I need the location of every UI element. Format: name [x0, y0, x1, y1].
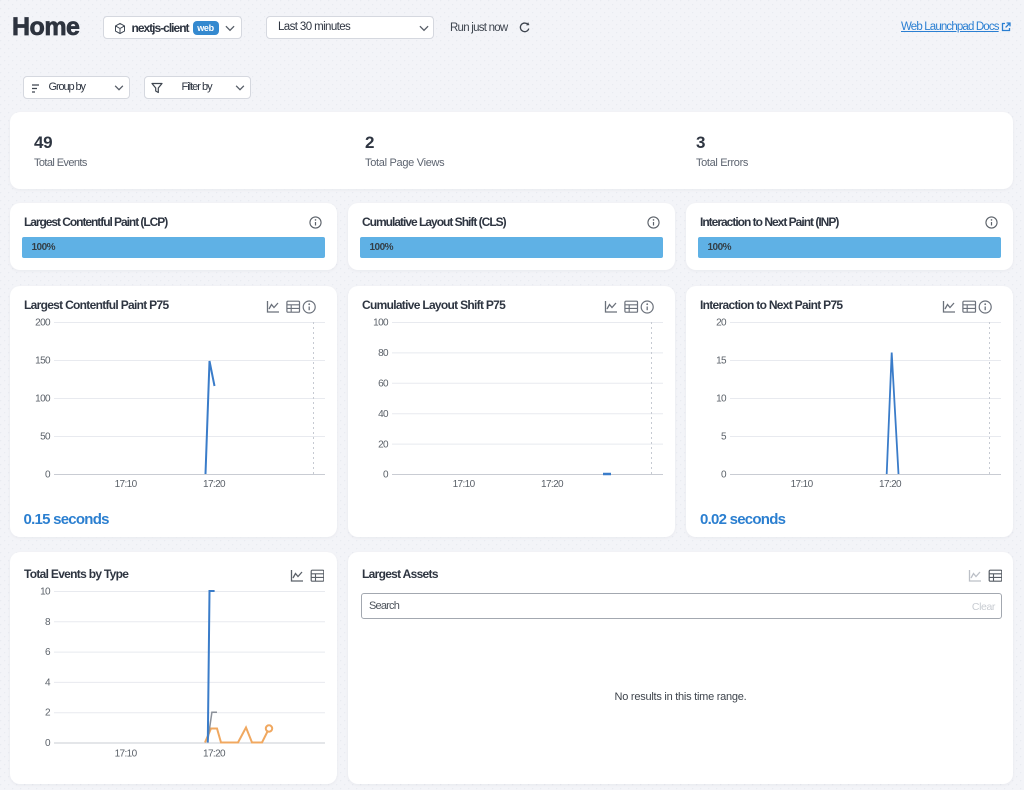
- svg-text:80: 80: [378, 348, 389, 359]
- svg-text:17:20: 17:20: [203, 749, 226, 760]
- svg-text:17:20: 17:20: [879, 479, 902, 490]
- svg-text:200: 200: [35, 318, 51, 329]
- svg-text:100: 100: [35, 394, 51, 405]
- svg-text:2: 2: [45, 708, 51, 719]
- svg-text:60: 60: [378, 379, 389, 390]
- svg-text:50: 50: [40, 432, 51, 443]
- svg-text:17:10: 17:10: [453, 479, 476, 490]
- svg-text:4: 4: [45, 677, 51, 688]
- svg-text:0: 0: [721, 470, 727, 481]
- svg-text:17:20: 17:20: [203, 479, 226, 490]
- svg-text:5: 5: [721, 432, 727, 443]
- svg-text:20: 20: [378, 440, 389, 451]
- svg-text:20: 20: [716, 318, 727, 329]
- svg-text:0: 0: [383, 470, 389, 481]
- svg-text:8: 8: [45, 617, 51, 628]
- svg-text:17:10: 17:10: [115, 479, 138, 490]
- svg-text:150: 150: [35, 356, 51, 367]
- svg-text:0: 0: [45, 470, 51, 481]
- svg-text:6: 6: [45, 647, 51, 658]
- svg-text:100: 100: [373, 318, 389, 329]
- svg-text:10: 10: [40, 587, 51, 598]
- svg-text:17:10: 17:10: [791, 479, 814, 490]
- svg-text:15: 15: [716, 356, 727, 367]
- svg-text:17:20: 17:20: [541, 479, 564, 490]
- svg-text:0: 0: [45, 738, 51, 749]
- svg-text:40: 40: [378, 409, 389, 420]
- svg-text:10: 10: [716, 394, 727, 405]
- svg-text:17:10: 17:10: [115, 749, 138, 760]
